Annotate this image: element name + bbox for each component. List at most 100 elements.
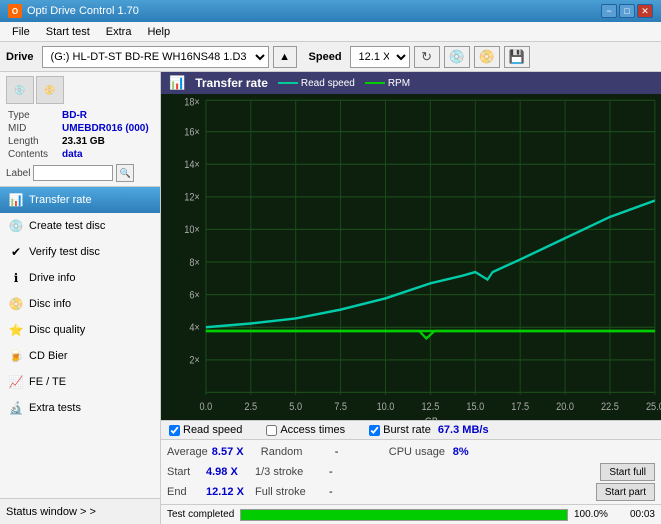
data-rows-container: Average 8.57 X Random - CPU usage 8% Sta… (161, 439, 661, 504)
drive-select[interactable]: (G:) HL-DT-ST BD-RE WH16NS48 1.D3 (42, 46, 269, 68)
nav-item-disc-info[interactable]: 📀 Disc info (0, 291, 160, 317)
average-value: 8.57 X (212, 446, 257, 458)
cpu-usage-value: 8% (453, 446, 491, 458)
menu-item-file[interactable]: File (4, 24, 38, 40)
svg-text:2.5: 2.5 (244, 401, 257, 413)
read-speed-checkbox[interactable] (169, 425, 180, 436)
nav-item-disc-quality[interactable]: ⭐Disc quality (0, 317, 160, 343)
title-bar-buttons: − □ ✕ (601, 4, 653, 18)
close-button[interactable]: ✕ (637, 4, 653, 18)
title-bar: O Opti Drive Control 1.70 − □ ✕ (0, 0, 661, 22)
full-stroke-value: - (329, 486, 349, 498)
status-window-label: Status window > > (6, 506, 96, 518)
menu-item-help[interactable]: Help (139, 24, 178, 40)
svg-text:15.0: 15.0 (466, 401, 484, 413)
disc-contents-row: Contents data (8, 149, 152, 160)
disc-info-label: Disc info (29, 298, 71, 310)
svg-text:10.0: 10.0 (377, 401, 395, 413)
save-button[interactable]: 💾 (504, 46, 530, 68)
speed-label: Speed (309, 51, 342, 63)
label-search-button[interactable]: 🔍 (116, 164, 134, 182)
svg-text:14×: 14× (184, 159, 200, 171)
access-times-checkbox[interactable] (266, 425, 277, 436)
stroke13-value: - (329, 466, 349, 478)
start-value: 4.98 X (206, 466, 251, 478)
random-label: Random (261, 446, 331, 458)
svg-text:4×: 4× (189, 322, 199, 334)
burst-rate-checkbox-group: Burst rate 67.3 MB/s (369, 424, 488, 436)
label-label: Label (6, 168, 30, 179)
mid-label: MID (8, 123, 60, 134)
nav-item-create-test-disc[interactable]: 💿 Create test disc (0, 213, 160, 239)
label-input[interactable] (33, 165, 113, 181)
title-bar-text: Opti Drive Control 1.70 (27, 5, 601, 17)
stats-row: Read speed Access times Burst rate 67.3 … (161, 420, 661, 439)
progress-percent: 100.0% (574, 509, 614, 520)
minimize-button[interactable]: − (601, 4, 617, 18)
verify-test-disc-label: Verify test disc (29, 246, 100, 258)
progress-bar-fill (241, 510, 567, 520)
svg-text:0.0: 0.0 (200, 401, 213, 413)
read-speed-checkbox-group: Read speed (169, 424, 242, 436)
disc-button[interactable]: 💿 (444, 46, 470, 68)
create-test-disc-icon: 💿 (8, 218, 24, 234)
menu-item-start-test[interactable]: Start test (38, 24, 98, 40)
fe-te-label: FE / TE (29, 376, 66, 388)
nav-item-extra-tests[interactable]: 🔬Extra tests (0, 395, 160, 421)
disc-length-row: Length 23.31 GB (8, 136, 152, 147)
start-label: Start (167, 466, 202, 478)
start-full-button[interactable]: Start full (600, 463, 655, 481)
end-value: 12.12 X (206, 486, 251, 498)
progress-bar-row: Test completed 100.0% 00:03 (161, 504, 661, 524)
menu-bar: FileStart testExtraHelp (0, 22, 661, 42)
progress-time: 00:03 (620, 509, 655, 520)
verify-test-disc-icon: ✔ (8, 244, 24, 260)
nav-item-transfer-rate[interactable]: 📊Transfer rate (0, 187, 160, 213)
drive-info-label: Drive info (29, 272, 75, 284)
refresh-button[interactable]: ↻ (414, 46, 440, 68)
chart-svg: 2× 4× 6× 8× 10× 12× 14× 16× 18× 0.0 2.5 … (161, 94, 661, 420)
sidebar: 💿 📀 Type BD-R MID UMEBDR016 (000) Length… (0, 72, 161, 524)
status-window[interactable]: Status window > > (0, 498, 160, 524)
disc-panel: 💿 📀 Type BD-R MID UMEBDR016 (000) Length… (0, 72, 160, 187)
full-stroke-label: Full stroke (255, 486, 325, 498)
maximize-button[interactable]: □ (619, 4, 635, 18)
svg-text:5.0: 5.0 (289, 401, 302, 413)
progress-bar (240, 509, 568, 521)
menu-item-extra[interactable]: Extra (98, 24, 140, 40)
burst-rate-checkbox[interactable] (369, 425, 380, 436)
drive-toolbar: Drive (G:) HL-DT-ST BD-RE WH16NS48 1.D3 … (0, 42, 661, 72)
disc-info-table: Type BD-R MID UMEBDR016 (000) Length 23.… (6, 108, 154, 162)
svg-text:8×: 8× (189, 257, 199, 269)
average-row: Average 8.57 X Random - CPU usage 8% (167, 442, 655, 462)
type-label: Type (8, 110, 60, 121)
nav-item-cd-bier[interactable]: 🍺CD Bier (0, 343, 160, 369)
legend-rpm-label: RPM (388, 78, 410, 89)
speed-select[interactable]: 12.1 X ▾ (350, 46, 410, 68)
legend-read-speed-label: Read speed (301, 78, 355, 89)
svg-text:25.0: 25.0 (646, 401, 661, 413)
cpu-usage-label: CPU usage (389, 446, 449, 458)
disc-type-icon2: 📀 (36, 76, 64, 104)
svg-text:6×: 6× (189, 290, 199, 302)
eject-button[interactable]: ▲ (273, 46, 297, 68)
start-part-button[interactable]: Start part (596, 483, 655, 501)
chart-header: 📊 Transfer rate Read speed RPM (161, 72, 661, 94)
transfer-rate-label: Transfer rate (29, 194, 92, 206)
nav-item-drive-info[interactable]: ℹDrive info (0, 265, 160, 291)
svg-text:20.0: 20.0 (556, 401, 574, 413)
nav-item-verify-test-disc[interactable]: ✔ Verify test disc (0, 239, 160, 265)
chart-title: Transfer rate (195, 76, 268, 90)
nav-item-fe-te[interactable]: 📈 FE / TE (0, 369, 160, 395)
legend-read-speed-color (278, 82, 298, 84)
create-test-disc-label: Create test disc (29, 220, 105, 232)
disc-info-icon: 📀 (8, 296, 24, 312)
disc2-button[interactable]: 📀 (474, 46, 500, 68)
end-label: End (167, 486, 202, 498)
right-content: 📊 Transfer rate Read speed RPM (161, 72, 661, 524)
disc-type-row: Type BD-R (8, 110, 152, 121)
disc-type-icon: 💿 (6, 76, 34, 104)
cd-bier-icon: 🍺 (8, 348, 24, 364)
svg-text:17.5: 17.5 (511, 401, 529, 413)
fe-te-icon: 📈 (8, 374, 24, 390)
